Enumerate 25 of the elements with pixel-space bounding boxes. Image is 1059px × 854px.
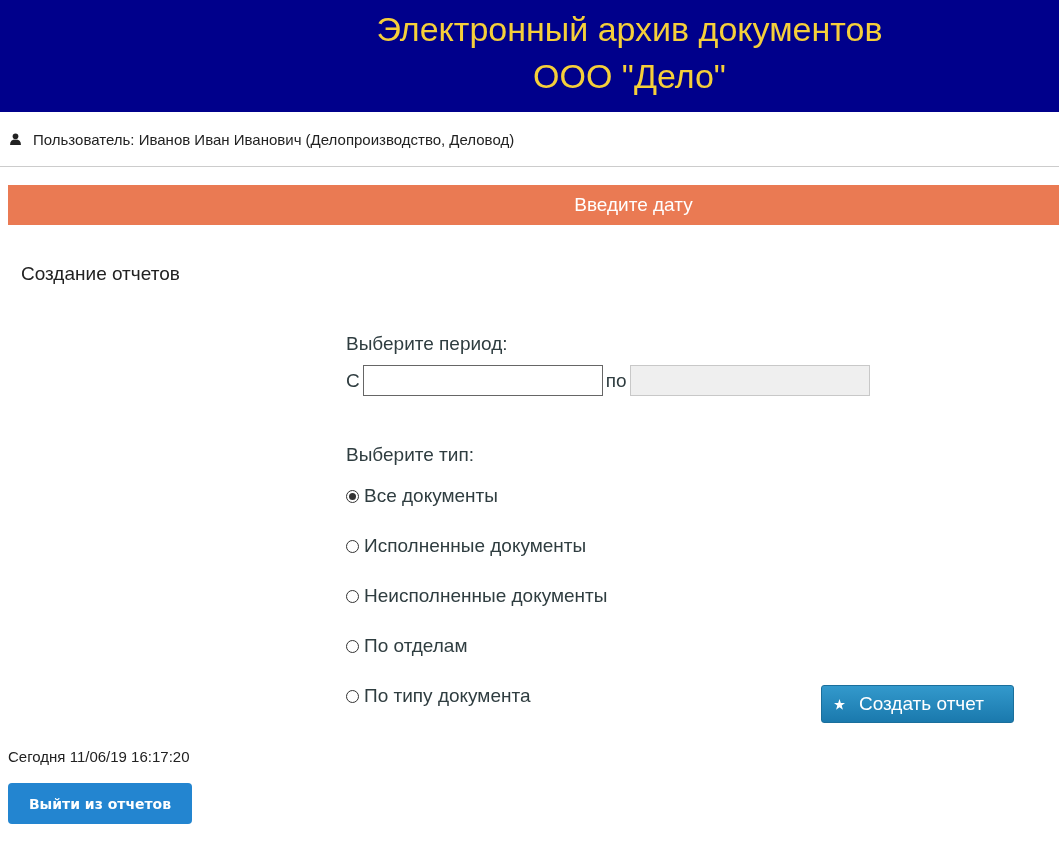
type-label: Выберите тип: xyxy=(346,444,475,467)
option-label: Все документы xyxy=(364,485,498,507)
user-icon xyxy=(10,133,21,145)
date-banner: Введите дату xyxy=(8,185,1059,225)
to-label: по xyxy=(605,369,627,392)
section-title: Создание отчетов xyxy=(21,263,181,285)
from-label: С xyxy=(346,369,360,392)
option-label: По типу документа xyxy=(364,685,531,707)
period-label: Выберите период: xyxy=(346,333,509,356)
from-date-field[interactable] xyxy=(362,365,603,396)
star-icon xyxy=(834,698,845,710)
current-datetime: Сегодня 11/06/19 16:17:20 xyxy=(8,748,191,765)
exit-reports-button[interactable]: Выйти из отчетов xyxy=(8,783,192,824)
radio-button[interactable] xyxy=(346,539,359,553)
radio-button[interactable] xyxy=(346,689,359,703)
radio-button[interactable] xyxy=(346,489,359,503)
radio-button[interactable] xyxy=(346,589,359,603)
option-label: По отделам xyxy=(364,635,468,657)
option-label: Исполненные документы xyxy=(364,535,587,557)
site-title: Электронный архив документов xyxy=(375,9,884,50)
user-info: Пользователь: Иванов Иван Иванович (Делопроизводство, Деловод) xyxy=(33,130,515,148)
create-report-button[interactable]: Создать отчет xyxy=(821,685,1014,723)
option-label: Неисполненные документы xyxy=(364,585,608,607)
radio-button[interactable] xyxy=(346,639,359,653)
site-title: ООО "Дело" xyxy=(532,56,727,97)
